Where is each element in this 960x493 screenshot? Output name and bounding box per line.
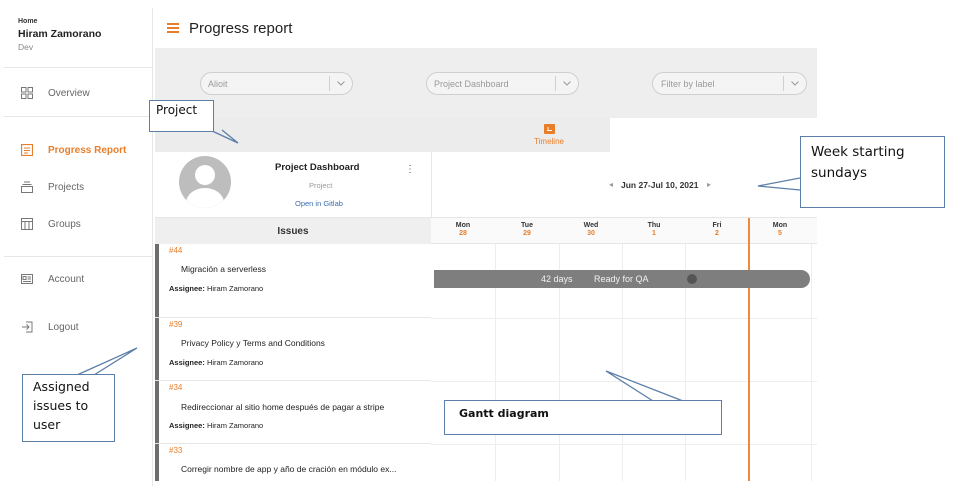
week-navigator: ◂ Jun 27-Jul 10, 2021 ▸ [431,152,817,218]
user-name: Hiram Zamorano [18,28,102,40]
issue-number: #34 [169,383,183,392]
page-title: Progress report [189,19,293,37]
issue-number: #33 [169,446,183,455]
day-column-header: Thu 1 [647,222,661,237]
issue-title: Redireccionar al sitio home después de p… [181,402,385,412]
day-column-header: Mon 5 [772,222,788,237]
open-in-gitlab-link[interactable]: Open in Gitlab [295,199,343,208]
issue-title: Privacy Policy y Terms and Conditions [181,338,325,348]
sidebar-item-logout[interactable]: Logout [4,313,152,341]
annotation-project: Project [149,100,214,132]
sidebar-divider [4,116,152,117]
chevron-right-icon[interactable]: ▸ [707,180,711,189]
table-icon [20,217,34,231]
home-label[interactable]: Home [18,18,140,25]
sidebar-item-label: Overview [48,87,90,99]
sidebar-item-progress-report[interactable]: Progress Report [4,136,152,164]
tab-timeline[interactable]: Timeline [525,119,573,151]
view-tabs: Timeline [155,118,817,152]
sidebar-item-projects[interactable]: Projects [4,173,152,201]
issue-row[interactable]: #33 Corregir nombre de app y año de crac… [155,444,431,481]
issue-number: #39 [169,320,183,329]
annotation-gantt: Gantt diagram [444,400,722,435]
project-select-value: Project Dashboard [434,78,509,89]
today-marker [748,218,750,244]
group-select-value: Alioit [208,78,228,89]
timeline-icon [543,124,555,134]
issues-list: #44 Migración a serverless Assignee: Hir… [155,244,431,481]
chevron-down-icon [556,81,578,86]
filter-bar: Alioit Project Dashboard Filter by label [155,48,817,118]
group-select[interactable]: Alioit [200,72,353,95]
issue-assignee: Assignee: Hiram Zamorano [169,284,264,293]
issue-row[interactable]: #39 Privacy Policy y Terms and Condition… [155,318,431,381]
gantt-bar-duration: 42 days [541,274,573,284]
logout-icon [20,320,34,334]
sidebar-item-label: Account [48,273,85,285]
week-range: Jun 27-Jul 10, 2021 [621,180,699,190]
day-column-header: Fri 2 [712,222,722,237]
project-card: Project Dashboard Project Open in Gitlab… [155,152,431,218]
page-header: Progress report [155,8,817,48]
project-type: Project [309,181,333,190]
issue-number: #44 [169,246,183,255]
app-root: Home Hiram Zamorano Dev Overview Progres… [0,0,960,493]
sidebar-item-label: Projects [48,181,85,193]
sidebar-header: Home Hiram Zamorano Dev [4,8,152,68]
project-avatar [179,156,231,208]
project-select[interactable]: Project Dashboard [426,72,579,95]
grid-icon [20,86,34,100]
user-role: Dev [18,42,34,52]
annotation-assigned: Assigned issues to user [22,374,115,442]
sidebar-item-account[interactable]: Account [4,265,152,293]
day-column-header: Mon 28 [455,222,471,237]
chevron-down-icon [330,81,352,86]
label-filter-value: Filter by label [661,78,715,89]
chevron-down-icon [784,81,806,86]
sidebar-item-overview[interactable]: Overview [4,79,152,107]
project-name: Project Dashboard [275,162,360,173]
more-vertical-icon[interactable]: ⋮ [405,164,415,176]
issue-title: Corregir nombre de app y año de cración … [181,464,397,474]
id-card-icon [20,272,34,286]
day-column-header: Tue 29 [521,222,533,237]
gantt-grid: 42 days Ready for QA [431,244,817,481]
tab-timeline-label: Timeline [534,137,564,146]
hamburger-menu-icon[interactable] [167,23,179,33]
label-filter-select[interactable]: Filter by label [652,72,807,95]
chevron-left-icon[interactable]: ◂ [609,180,613,189]
issue-row[interactable]: #44 Migración a serverless Assignee: Hir… [155,244,431,318]
sidebar-item-groups[interactable]: Groups [4,210,152,238]
issue-assignee: Assignee: Hiram Zamorano [169,421,264,430]
stack-icon [20,180,34,194]
sidebar-item-label: Progress Report [48,144,127,156]
sidebar-divider [4,256,152,257]
annotation-week: Week starting sundays [800,136,945,208]
issue-assignee: Assignee: Hiram Zamorano [169,358,264,367]
assignee-avatar [687,274,697,284]
sidebar-item-label: Logout [48,321,79,333]
day-column-header: Wed 30 [583,222,599,237]
sidebar-item-label: Groups [48,218,81,230]
issue-row[interactable]: #34 Redireccionar al sitio home después … [155,381,431,444]
issue-title: Migración a serverless [181,264,267,274]
day-header: Mon 28 Tue 29 Wed 30 Thu 1 Fri 2 Mon 5 [431,218,817,244]
issues-header: Issues [155,218,431,244]
report-icon [20,143,34,157]
gantt-bar[interactable]: 42 days Ready for QA [434,270,810,288]
gantt-bar-status: Ready for QA [594,274,649,284]
